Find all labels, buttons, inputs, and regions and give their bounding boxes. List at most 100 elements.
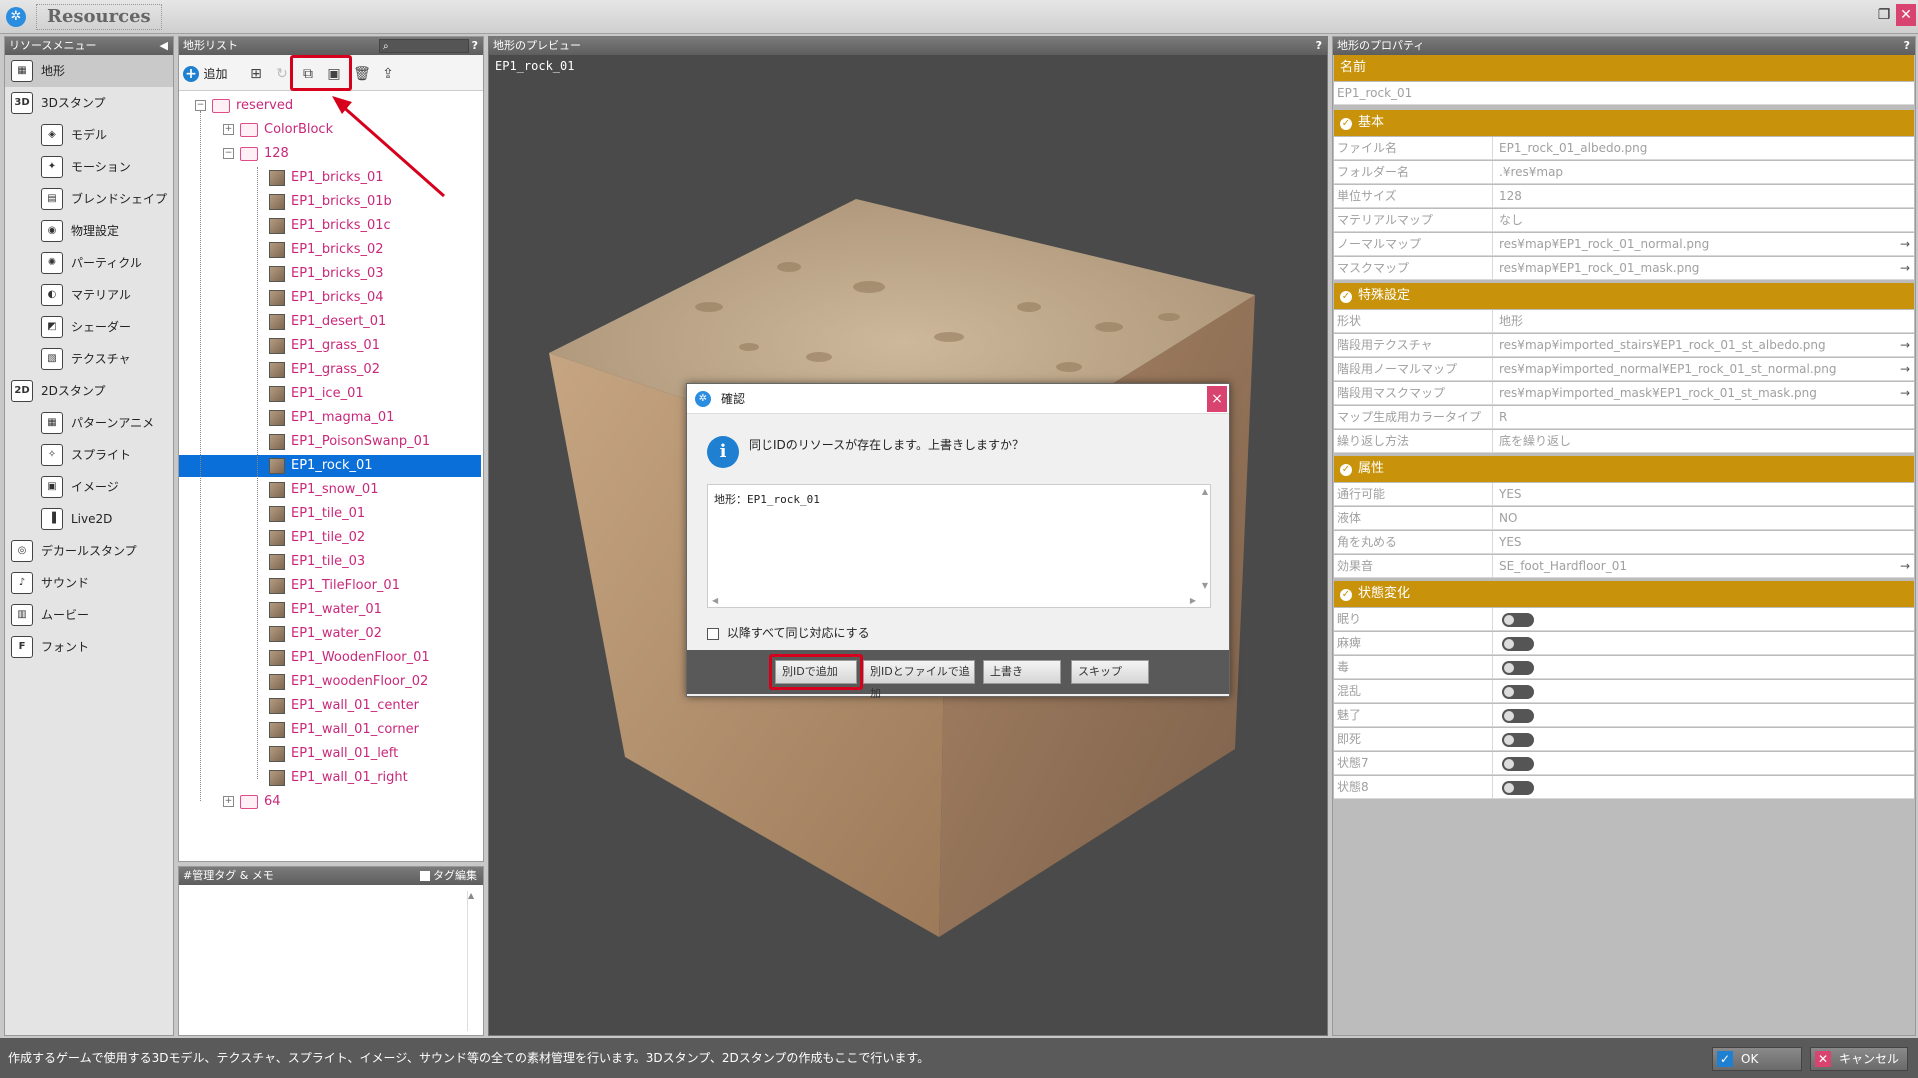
status-toggle[interactable] bbox=[1502, 637, 1534, 651]
menu-item-18[interactable]: F フォント bbox=[5, 631, 173, 663]
property-row[interactable]: ノーマルマップ res¥map¥EP1_rock_01_normal.png → bbox=[1334, 233, 1914, 256]
tree-item[interactable]: EP1_rock_01 bbox=[179, 455, 481, 477]
menu-item-0[interactable]: ▦ 地形 bbox=[5, 55, 173, 87]
property-row[interactable]: マスクマップ res¥map¥EP1_rock_01_mask.png → bbox=[1334, 257, 1914, 280]
new-folder-icon[interactable]: ⊞ bbox=[245, 63, 267, 85]
tree-item[interactable]: EP1_TileFloor_01 bbox=[269, 575, 400, 597]
property-row[interactable]: 単位サイズ 128 bbox=[1334, 185, 1914, 208]
property-value[interactable]: なし bbox=[1496, 209, 1896, 231]
menu-item-10[interactable]: 2D 2Dスタンプ bbox=[5, 375, 173, 407]
tree-item[interactable]: EP1_tile_02 bbox=[269, 527, 365, 549]
collapse-icon[interactable]: ◀ bbox=[160, 37, 168, 55]
menu-item-3[interactable]: ✦ モーション bbox=[5, 151, 173, 183]
jump-arrow-icon[interactable]: → bbox=[1900, 233, 1910, 255]
property-row[interactable]: 効果音 SE_foot_Hardfloor_01 → bbox=[1334, 555, 1914, 578]
property-row[interactable]: 通行可能 YES bbox=[1334, 483, 1914, 506]
expand-toggle-icon[interactable]: − bbox=[223, 148, 234, 159]
status-toggle[interactable] bbox=[1502, 685, 1534, 699]
tree-item[interactable]: EP1_tile_01 bbox=[269, 503, 365, 525]
menu-item-14[interactable]: ▐ Live2D bbox=[5, 503, 173, 535]
property-row[interactable]: 角を丸める YES bbox=[1334, 531, 1914, 554]
menu-item-13[interactable]: ▣ イメージ bbox=[5, 471, 173, 503]
menu-item-2[interactable]: ◈ モデル bbox=[5, 119, 173, 151]
tree-item[interactable]: EP1_wall_01_corner bbox=[269, 719, 419, 741]
tree-item[interactable]: EP1_magma_01 bbox=[269, 407, 394, 429]
list-scroll-up-icon[interactable]: ▲ bbox=[1202, 487, 1208, 496]
status-row[interactable]: 魅了 bbox=[1334, 704, 1914, 727]
tree-item[interactable]: EP1_desert_01 bbox=[269, 311, 386, 333]
jump-arrow-icon[interactable]: → bbox=[1900, 257, 1910, 279]
expand-toggle-icon[interactable]: + bbox=[223, 124, 234, 135]
tree-item[interactable]: EP1_snow_01 bbox=[269, 479, 378, 501]
property-row[interactable]: 繰り返し方法 底を繰り返し bbox=[1334, 430, 1914, 453]
status-toggle[interactable] bbox=[1502, 613, 1534, 627]
tree-item[interactable]: EP1_bricks_02 bbox=[269, 239, 384, 261]
delete-icon[interactable]: 🗑 bbox=[351, 63, 373, 85]
property-row[interactable]: マップ生成用カラータイプ R bbox=[1334, 406, 1914, 429]
tree-item[interactable]: EP1_ice_01 bbox=[269, 383, 364, 405]
tree-item[interactable]: EP1_grass_02 bbox=[269, 359, 380, 381]
tree-item[interactable]: EP1_bricks_01 bbox=[269, 167, 384, 189]
tree-item[interactable]: EP1_bricks_01b bbox=[269, 191, 392, 213]
menu-item-15[interactable]: ◎ デカールスタンプ bbox=[5, 535, 173, 567]
memo-textarea[interactable] bbox=[183, 889, 477, 1031]
property-row[interactable]: フォルダー名 .¥res¥map bbox=[1334, 161, 1914, 184]
tree-item[interactable]: EP1_grass_01 bbox=[269, 335, 380, 357]
name-value[interactable]: EP1_rock_01 bbox=[1334, 86, 1412, 100]
tree-item[interactable]: EP1_wall_01_right bbox=[269, 767, 408, 789]
status-toggle[interactable] bbox=[1502, 709, 1534, 723]
property-value[interactable]: SE_foot_Hardfloor_01 bbox=[1496, 555, 1896, 577]
tree-item[interactable]: EP1_wall_01_center bbox=[269, 695, 419, 717]
status-row[interactable]: 混乱 bbox=[1334, 680, 1914, 703]
ok-button[interactable]: ✓ OK bbox=[1712, 1047, 1802, 1071]
property-value[interactable]: EP1_rock_01_albedo.png bbox=[1496, 137, 1896, 159]
tree-item[interactable]: EP1_bricks_01c bbox=[269, 215, 391, 237]
property-row[interactable]: 液体 NO bbox=[1334, 507, 1914, 530]
section-collapse-icon[interactable]: ✓ bbox=[1340, 118, 1352, 130]
property-value[interactable]: 128 bbox=[1496, 185, 1896, 207]
status-row[interactable]: 麻痺 bbox=[1334, 632, 1914, 655]
menu-item-1[interactable]: 3D 3Dスタンプ bbox=[5, 87, 173, 119]
tree-folder-colorblock[interactable]: + ColorBlock bbox=[223, 119, 333, 141]
properties-help-icon[interactable]: ? bbox=[1904, 37, 1910, 55]
section-collapse-icon[interactable]: ✓ bbox=[1340, 589, 1352, 601]
jump-arrow-icon[interactable]: → bbox=[1900, 555, 1910, 577]
menu-item-4[interactable]: ▤ ブレンドシェイプ bbox=[5, 183, 173, 215]
property-value[interactable]: .¥res¥map bbox=[1496, 161, 1896, 183]
section-basic[interactable]: ✓ 基本 bbox=[1334, 110, 1914, 136]
status-row[interactable]: 状態7 bbox=[1334, 752, 1914, 775]
overwrite-button[interactable]: 上書き bbox=[983, 660, 1061, 684]
tag-edit-checkbox[interactable] bbox=[419, 871, 430, 881]
property-value[interactable]: res¥map¥EP1_rock_01_mask.png bbox=[1496, 257, 1896, 279]
jump-arrow-icon[interactable]: → bbox=[1900, 382, 1910, 404]
tree-folder-128[interactable]: − 128 bbox=[223, 143, 289, 165]
tree-folder-reserved[interactable]: − reserved bbox=[195, 95, 293, 117]
jump-arrow-icon[interactable]: → bbox=[1900, 334, 1910, 356]
section-special[interactable]: ✓ 特殊設定 bbox=[1334, 283, 1914, 309]
dialog-close-icon[interactable]: × bbox=[1207, 386, 1227, 412]
property-value[interactable]: res¥map¥imported_stairs¥EP1_rock_01_st_a… bbox=[1496, 334, 1896, 356]
property-row[interactable]: 階段用マスクマップ res¥map¥imported_mask¥EP1_rock_… bbox=[1334, 382, 1914, 405]
list-scroll-right-icon[interactable]: ▶ bbox=[1190, 596, 1196, 605]
property-value[interactable]: R bbox=[1496, 406, 1896, 428]
tree-item[interactable]: EP1_tile_03 bbox=[269, 551, 365, 573]
status-row[interactable]: 眠り bbox=[1334, 608, 1914, 631]
tree-item[interactable]: EP1_bricks_03 bbox=[269, 263, 384, 285]
property-value[interactable]: NO bbox=[1496, 507, 1896, 529]
section-status[interactable]: ✓ 状態変化 bbox=[1334, 581, 1914, 607]
tree-item[interactable]: EP1_woodenFloor_02 bbox=[269, 671, 428, 693]
property-value[interactable]: YES bbox=[1496, 531, 1896, 553]
menu-item-9[interactable]: ▧ テクスチャ bbox=[5, 343, 173, 375]
property-value[interactable]: 地形 bbox=[1496, 310, 1896, 332]
list-scroll-left-icon[interactable]: ◀ bbox=[712, 596, 718, 605]
apply-all-checkbox[interactable] bbox=[707, 627, 719, 640]
status-toggle[interactable] bbox=[1502, 733, 1534, 747]
memo-scrollbar[interactable]: ▲ bbox=[467, 891, 477, 1031]
property-value[interactable]: res¥map¥EP1_rock_01_normal.png bbox=[1496, 233, 1896, 255]
cancel-button[interactable]: ✕ キャンセル bbox=[1810, 1047, 1908, 1071]
tree-folder-64[interactable]: +64 bbox=[223, 791, 281, 813]
property-row[interactable]: 階段用ノーマルマップ res¥map¥imported_normal¥EP1_ro… bbox=[1334, 358, 1914, 381]
apply-all-checkbox-row[interactable]: 以降すべて同じ対応にする bbox=[707, 624, 870, 641]
tree-item[interactable]: EP1_bricks_04 bbox=[269, 287, 384, 309]
status-toggle[interactable] bbox=[1502, 781, 1534, 795]
